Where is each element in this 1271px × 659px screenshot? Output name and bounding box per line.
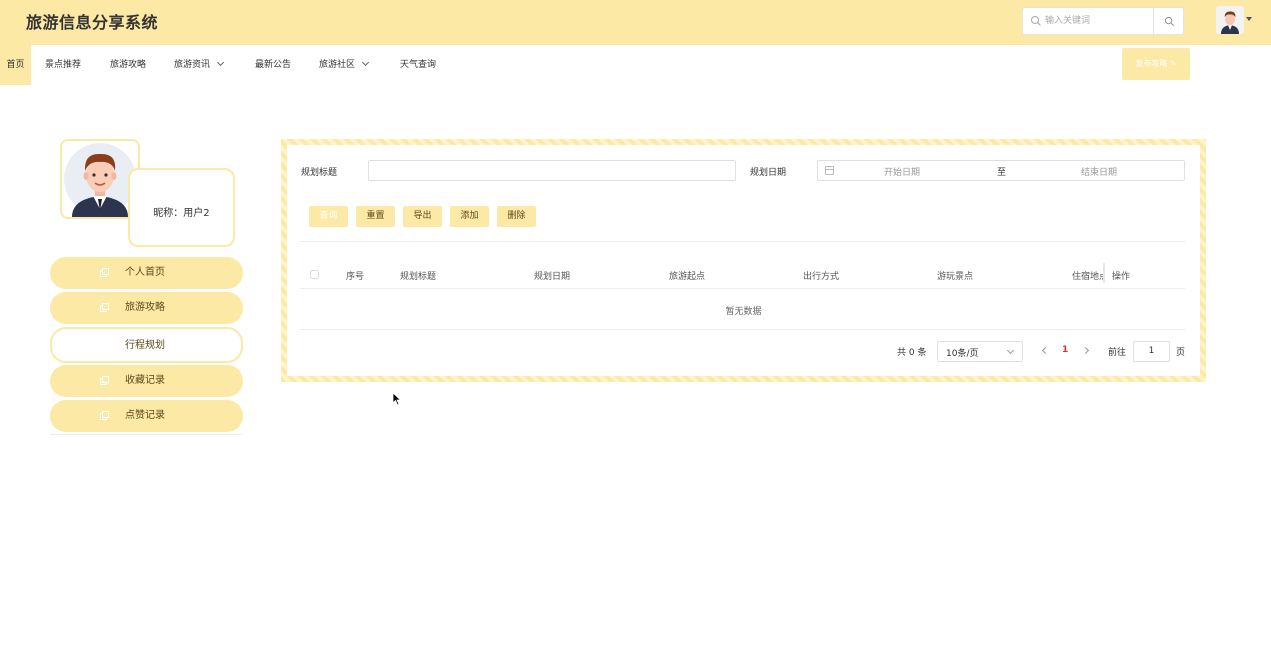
delete-button[interactable]: 删除 — [497, 206, 536, 227]
page-size-select[interactable]: 10条/页 — [937, 341, 1023, 362]
chevron-down-icon — [361, 58, 370, 67]
nav-item-attractions[interactable]: 景点推荐 — [45, 45, 81, 85]
profile-avatar-icon — [64, 143, 136, 217]
export-button[interactable]: 导出 — [403, 206, 442, 227]
nav-item-guides[interactable]: 旅游攻略 — [110, 45, 146, 85]
reset-button[interactable]: 重置 — [356, 206, 395, 227]
side-item-guides[interactable]: 旅游攻略 — [50, 292, 243, 324]
main-nav: 首页 景点推荐 旅游攻略 旅游资讯 最新公告 旅游社区 天气查询 — [0, 45, 1271, 85]
search-box — [1022, 7, 1184, 35]
chevron-down-icon — [1006, 346, 1015, 355]
nav-item-news[interactable]: 旅游资讯 — [174, 45, 225, 85]
top-header: 旅游信息分享系统 — [0, 0, 1271, 45]
user-avatar-icon — [1216, 6, 1244, 34]
goto-label: 前往 — [1108, 348, 1127, 358]
column-header: 操作 — [1112, 272, 1131, 282]
app-title: 旅游信息分享系统 — [26, 13, 159, 32]
title-filter-label: 规划标题 — [301, 168, 338, 178]
side-item-itinerary[interactable]: 行程规划 — [50, 327, 243, 363]
query-button[interactable]: 查询 — [309, 206, 348, 227]
column-divider — [1103, 263, 1105, 283]
column-header: 规划标题 — [400, 272, 437, 282]
user-menu-caret-icon[interactable] — [1246, 17, 1252, 21]
page-suffix: 页 — [1176, 348, 1186, 358]
date-filter-label: 规划日期 — [750, 168, 787, 178]
side-item-favorites[interactable]: 收藏记录 — [50, 365, 243, 397]
select-all-checkbox[interactable] — [310, 270, 319, 279]
copy-icon — [100, 411, 109, 420]
column-header: 旅游起点 — [669, 272, 706, 282]
title-filter-input[interactable] — [368, 160, 736, 181]
empty-table-text: 暂无数据 — [725, 307, 762, 317]
column-header: 住宿地点 — [1072, 272, 1104, 282]
date-range-picker[interactable]: 开始日期 至 结束日期 — [817, 160, 1185, 181]
search-icon — [1031, 16, 1041, 26]
chevron-down-icon — [216, 58, 225, 67]
divider — [300, 288, 1185, 289]
goto-page-input[interactable]: 1 — [1133, 341, 1170, 362]
column-header: 出行方式 — [803, 272, 840, 282]
side-divider — [50, 434, 243, 435]
search-input[interactable] — [1045, 11, 1151, 31]
publish-guide-button[interactable]: 发布攻略 ✎ — [1122, 48, 1190, 80]
side-item-personal-home[interactable]: 个人首页 — [50, 257, 243, 289]
start-date-input[interactable]: 开始日期 — [884, 165, 920, 178]
divider — [300, 329, 1185, 330]
nav-item-community[interactable]: 旅游社区 — [319, 45, 370, 85]
add-button[interactable]: 添加 — [450, 206, 489, 227]
next-page-icon[interactable] — [1081, 346, 1090, 355]
column-header: 游玩景点 — [937, 272, 974, 282]
search-button[interactable] — [1153, 8, 1184, 34]
column-header: 规划日期 — [534, 272, 571, 282]
current-page[interactable]: 1 — [1062, 345, 1068, 355]
copy-icon — [100, 376, 109, 385]
end-date-input[interactable]: 结束日期 — [1081, 165, 1117, 178]
search-icon — [1164, 16, 1174, 26]
column-header: 序号 — [346, 272, 365, 282]
nickname-text: 昵称：用户2 — [153, 208, 210, 219]
range-separator: 至 — [997, 168, 1007, 178]
divider — [300, 241, 1185, 242]
copy-icon — [100, 303, 109, 312]
nav-item-announcements[interactable]: 最新公告 — [255, 45, 291, 85]
pagination-total: 共 0 条 — [897, 348, 927, 358]
mouse-cursor-icon — [392, 392, 402, 406]
user-avatar[interactable] — [1216, 6, 1244, 34]
nav-item-home[interactable]: 首页 — [0, 45, 31, 85]
copy-icon — [100, 268, 109, 277]
prev-page-icon[interactable] — [1041, 346, 1050, 355]
calendar-icon — [825, 166, 834, 175]
itinerary-panel: 规划标题 规划日期 开始日期 至 结束日期 查询 重置 导出 添加 删除 序号 … — [281, 139, 1206, 382]
nav-item-weather[interactable]: 天气查询 — [400, 45, 436, 85]
side-item-likes[interactable]: 点赞记录 — [50, 400, 243, 432]
nickname-card: 昵称：用户2 — [128, 168, 235, 247]
